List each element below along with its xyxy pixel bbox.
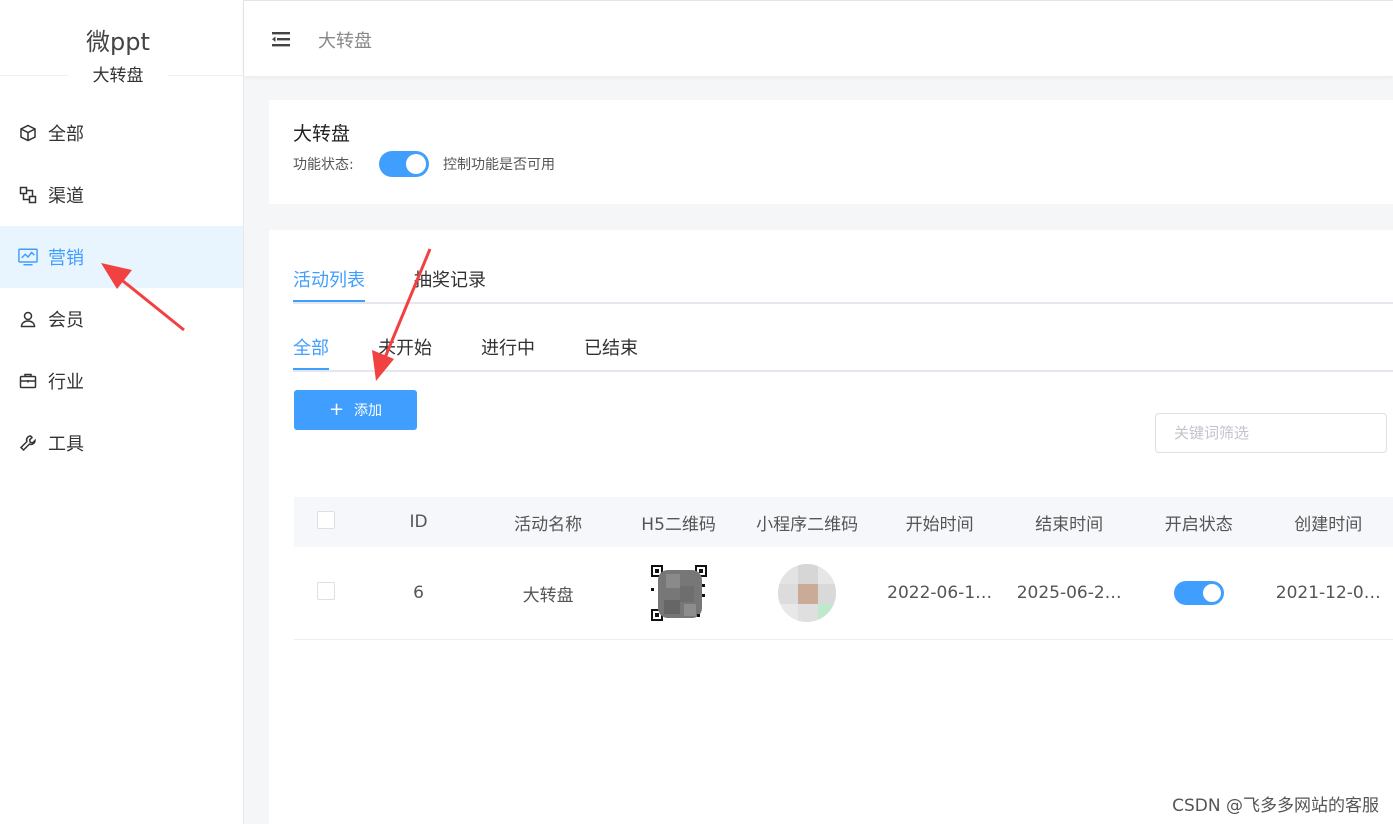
feature-status-hint: 控制功能是否可用: [443, 157, 555, 173]
sidebar-item-label: 全部: [48, 124, 84, 145]
h5-qr-code-image[interactable]: [649, 564, 708, 622]
row-checkbox[interactable]: [317, 581, 336, 600]
breadcrumb[interactable]: 大转盘: [318, 27, 372, 53]
add-button-label: 添加: [354, 403, 383, 419]
row-start-time: 2022-06-1…: [887, 583, 993, 603]
sidebar-item-label: 渠道: [48, 186, 84, 207]
brand-name: 微ppt: [86, 28, 150, 56]
column-header-status: 开启状态: [1164, 514, 1233, 535]
tab-status-ended[interactable]: 已结束: [584, 334, 638, 368]
row-select-cell: [294, 581, 359, 605]
sidebar-item-label: 营销: [48, 248, 84, 269]
sidebar-item-label: 会员: [48, 310, 84, 331]
row-name: 大转盘: [522, 585, 574, 606]
toggle-knob: [1202, 584, 1221, 602]
cube-icon: [18, 123, 38, 143]
keyword-search-input[interactable]: [1155, 413, 1387, 453]
select-all-checkbox[interactable]: [317, 510, 336, 529]
row-end-time: 2025-06-2…: [1016, 583, 1122, 603]
brand-subtitle: 大转盘: [68, 64, 168, 88]
top-header: 大转盘: [244, 0, 1393, 76]
wrench-icon: [18, 433, 38, 453]
sidebar: 微ppt 大转盘 全部 渠道 营销 会员 行业 工具: [0, 0, 244, 824]
sidebar-menu: 全部 渠道 营销 会员 行业 工具: [0, 102, 243, 474]
table-header: ID 活动名称 H5二维码 小程序二维码 开始时间 结束时间 开启状态 创建时间: [294, 497, 1393, 547]
sidebar-item-label: 行业: [48, 372, 84, 393]
row-miniprogram-qr-cell: [739, 564, 875, 622]
column-header-h5-qr: H5二维码: [641, 514, 716, 535]
sidebar-item-tools[interactable]: 工具: [0, 412, 243, 474]
feature-status-card: 大转盘 功能状态: 控制功能是否可用: [269, 100, 1393, 204]
row-status-cell: [1134, 581, 1264, 605]
feature-status-toggle[interactable]: [379, 151, 429, 177]
row-created-time: 2021-12-0…: [1275, 583, 1381, 603]
sidebar-item-industry[interactable]: 行业: [0, 350, 243, 412]
sidebar-item-label: 工具: [48, 434, 84, 455]
sidebar-item-marketing[interactable]: 营销: [0, 226, 243, 288]
status-tabs: 全部 未开始 进行中 已结束: [293, 334, 1393, 372]
tab-lottery-records[interactable]: 抽奖记录: [414, 266, 486, 300]
plus-icon: +: [328, 399, 345, 420]
add-button[interactable]: + 添加: [294, 390, 417, 430]
sidebar-item-channel[interactable]: 渠道: [0, 164, 243, 226]
column-header-name: 活动名称: [514, 514, 583, 535]
row-h5-qr-cell: [618, 564, 740, 622]
sidebar-item-member[interactable]: 会员: [0, 288, 243, 350]
user-icon: [18, 309, 38, 329]
row-status-toggle[interactable]: [1173, 581, 1224, 605]
column-header-end-time: 结束时间: [1035, 514, 1104, 535]
feature-title: 大转盘: [293, 123, 351, 145]
tab-status-all[interactable]: 全部: [293, 334, 329, 370]
miniprogram-qr-code-image[interactable]: [778, 564, 837, 622]
activity-table: ID 活动名称 H5二维码 小程序二维码 开始时间 结束时间 开启状态 创建时间…: [294, 497, 1393, 640]
select-all-cell: [294, 510, 359, 534]
column-header-miniprogram-qr: 小程序二维码: [756, 514, 859, 535]
column-header-start-time: 开始时间: [905, 514, 974, 535]
row-id: 6: [413, 583, 424, 603]
feature-status-label: 功能状态:: [293, 157, 354, 173]
column-header-id: ID: [409, 512, 428, 532]
toggle-knob: [406, 154, 426, 174]
table-row: 6 大转盘 2022-06-1… 2025-06-2… 2021-12-0…: [294, 547, 1393, 640]
channel-icon: [18, 185, 38, 205]
brand: 微ppt 大转盘: [0, 0, 243, 88]
sidebar-item-all[interactable]: 全部: [0, 102, 243, 164]
column-header-created-time: 创建时间: [1294, 514, 1363, 535]
tab-activity-list[interactable]: 活动列表: [293, 266, 365, 302]
primary-tabs: 活动列表 抽奖记录: [293, 266, 1393, 304]
watermark: CSDN @飞多多网站的客服: [1172, 796, 1379, 816]
menu-fold-icon[interactable]: [270, 29, 292, 49]
chart-monitor-icon: [18, 247, 38, 267]
tab-status-in-progress[interactable]: 进行中: [481, 334, 535, 368]
briefcase-icon: [18, 371, 38, 391]
tab-status-not-started[interactable]: 未开始: [378, 334, 432, 368]
activity-list-card: 活动列表 抽奖记录 全部 未开始 进行中 已结束 + 添加 ID 活动名称 H5…: [269, 230, 1393, 824]
